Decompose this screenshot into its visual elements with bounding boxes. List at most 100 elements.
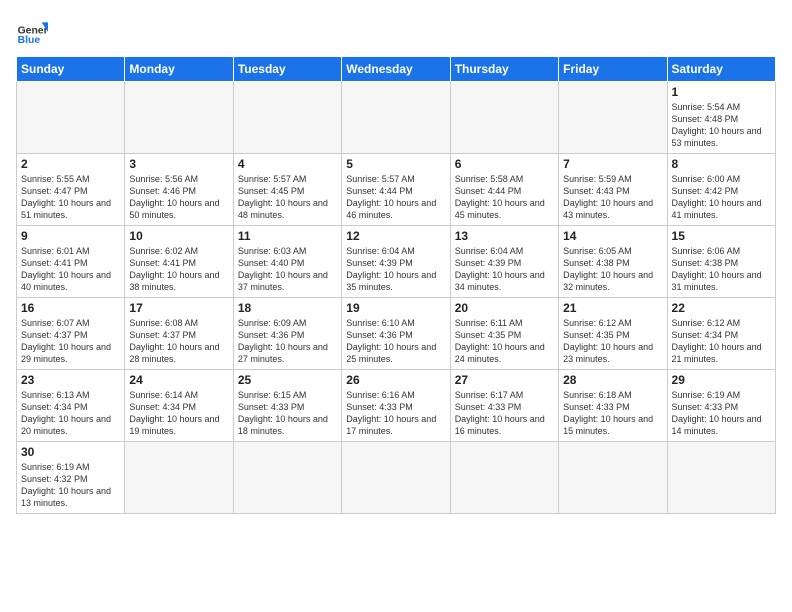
day-number: 30 (21, 445, 120, 459)
day-number: 29 (672, 373, 771, 387)
day-info: Sunrise: 6:19 AM Sunset: 4:32 PM Dayligh… (21, 461, 120, 510)
calendar-cell: 22 Sunrise: 6:12 AM Sunset: 4:34 PM Dayli… (667, 298, 775, 370)
calendar-cell: 10Sunrise: 6:02 AM Sunset: 4:41 PM Dayli… (125, 226, 233, 298)
day-info: Sunrise: 6:13 AM Sunset: 4:34 PM Dayligh… (21, 389, 120, 438)
day-info: Sunrise: 6:10 AM Sunset: 4:36 PM Dayligh… (346, 317, 445, 366)
col-header-sunday: Sunday (17, 57, 125, 82)
day-info: Sunrise: 6:05 AM Sunset: 4:38 PM Dayligh… (563, 245, 662, 294)
day-info: Sunrise: 5:54 AM Sunset: 4:48 PM Dayligh… (672, 101, 771, 150)
calendar-cell (667, 442, 775, 514)
day-number: 18 (238, 301, 337, 315)
day-number: 26 (346, 373, 445, 387)
calendar-cell: 26 Sunrise: 6:16 AM Sunset: 4:33 PM Dayli… (342, 370, 450, 442)
day-info: Sunrise: 6:07 AM Sunset: 4:37 PM Dayligh… (21, 317, 120, 366)
day-info: Sunrise: 5:55 AM Sunset: 4:47 PM Dayligh… (21, 173, 120, 222)
day-info: Sunrise: 6:03 AM Sunset: 4:40 PM Dayligh… (238, 245, 337, 294)
day-number: 12 (346, 229, 445, 243)
day-info: Sunrise: 6:16 AM Sunset: 4:33 PM Dayligh… (346, 389, 445, 438)
calendar-cell: 9 Sunrise: 6:01 AM Sunset: 4:41 PM Daylig… (17, 226, 125, 298)
calendar-cell: 21Sunrise: 6:12 AM Sunset: 4:35 PM Dayli… (559, 298, 667, 370)
calendar-cell: 25 Sunrise: 6:15 AM Sunset: 4:33 PM Dayli… (233, 370, 341, 442)
calendar-cell: 5 Sunrise: 5:57 AM Sunset: 4:44 PM Daylig… (342, 154, 450, 226)
day-number: 13 (455, 229, 554, 243)
day-info: Sunrise: 6:08 AM Sunset: 4:37 PM Dayligh… (129, 317, 228, 366)
calendar-cell (342, 82, 450, 154)
calendar-cell (17, 82, 125, 154)
day-info: Sunrise: 6:00 AM Sunset: 4:42 PM Dayligh… (672, 173, 771, 222)
calendar-cell: 18 Sunrise: 6:09 AM Sunset: 4:36 PM Dayli… (233, 298, 341, 370)
day-number: 20 (455, 301, 554, 315)
day-info: Sunrise: 6:19 AM Sunset: 4:33 PM Dayligh… (672, 389, 771, 438)
day-number: 1 (672, 85, 771, 99)
calendar-cell: 19 Sunrise: 6:10 AM Sunset: 4:36 PM Dayli… (342, 298, 450, 370)
day-number: 11 (238, 229, 337, 243)
day-number: 15 (672, 229, 771, 243)
calendar-week-row: 2Sunrise: 5:55 AM Sunset: 4:47 PM Daylig… (17, 154, 776, 226)
day-number: 5 (346, 157, 445, 171)
day-info: Sunrise: 6:09 AM Sunset: 4:36 PM Dayligh… (238, 317, 337, 366)
calendar-cell: 27Sunrise: 6:17 AM Sunset: 4:33 PM Dayli… (450, 370, 558, 442)
calendar-cell: 28 Sunrise: 6:18 AM Sunset: 4:33 PM Dayli… (559, 370, 667, 442)
day-info: Sunrise: 6:18 AM Sunset: 4:33 PM Dayligh… (563, 389, 662, 438)
day-number: 9 (21, 229, 120, 243)
day-info: Sunrise: 6:04 AM Sunset: 4:39 PM Dayligh… (346, 245, 445, 294)
calendar-page: General Blue SundayMondayTuesdayWednesda… (0, 0, 792, 612)
calendar-cell: 17 Sunrise: 6:08 AM Sunset: 4:37 PM Dayli… (125, 298, 233, 370)
calendar-cell (450, 82, 558, 154)
calendar-week-row: 1 Sunrise: 5:54 AM Sunset: 4:48 PM Daylig… (17, 82, 776, 154)
col-header-wednesday: Wednesday (342, 57, 450, 82)
day-info: Sunrise: 6:04 AM Sunset: 4:39 PM Dayligh… (455, 245, 554, 294)
header: General Blue (16, 16, 776, 48)
day-info: Sunrise: 6:14 AM Sunset: 4:34 PM Dayligh… (129, 389, 228, 438)
calendar-cell: 30 Sunrise: 6:19 AM Sunset: 4:32 PM Dayli… (17, 442, 125, 514)
col-header-tuesday: Tuesday (233, 57, 341, 82)
day-number: 22 (672, 301, 771, 315)
calendar-cell: 11 Sunrise: 6:03 AM Sunset: 4:40 PM Dayli… (233, 226, 341, 298)
day-number: 17 (129, 301, 228, 315)
day-number: 19 (346, 301, 445, 315)
calendar-cell: 2Sunrise: 5:55 AM Sunset: 4:47 PM Daylig… (17, 154, 125, 226)
day-number: 3 (129, 157, 228, 171)
day-info: Sunrise: 5:57 AM Sunset: 4:45 PM Dayligh… (238, 173, 337, 222)
day-info: Sunrise: 6:01 AM Sunset: 4:41 PM Dayligh… (21, 245, 120, 294)
calendar-cell (125, 82, 233, 154)
calendar-cell: 29 Sunrise: 6:19 AM Sunset: 4:33 PM Dayli… (667, 370, 775, 442)
day-info: Sunrise: 5:56 AM Sunset: 4:46 PM Dayligh… (129, 173, 228, 222)
calendar-week-row: 9 Sunrise: 6:01 AM Sunset: 4:41 PM Daylig… (17, 226, 776, 298)
day-info: Sunrise: 6:12 AM Sunset: 4:35 PM Dayligh… (563, 317, 662, 366)
calendar-cell: 24Sunrise: 6:14 AM Sunset: 4:34 PM Dayli… (125, 370, 233, 442)
day-number: 28 (563, 373, 662, 387)
calendar-cell (233, 82, 341, 154)
day-number: 6 (455, 157, 554, 171)
day-info: Sunrise: 5:59 AM Sunset: 4:43 PM Dayligh… (563, 173, 662, 222)
calendar-cell (559, 82, 667, 154)
calendar-cell: 23Sunrise: 6:13 AM Sunset: 4:34 PM Dayli… (17, 370, 125, 442)
day-info: Sunrise: 6:12 AM Sunset: 4:34 PM Dayligh… (672, 317, 771, 366)
day-number: 8 (672, 157, 771, 171)
day-info: Sunrise: 6:17 AM Sunset: 4:33 PM Dayligh… (455, 389, 554, 438)
calendar-cell (233, 442, 341, 514)
day-number: 25 (238, 373, 337, 387)
calendar-cell: 6Sunrise: 5:58 AM Sunset: 4:44 PM Daylig… (450, 154, 558, 226)
day-info: Sunrise: 6:02 AM Sunset: 4:41 PM Dayligh… (129, 245, 228, 294)
day-info: Sunrise: 6:15 AM Sunset: 4:33 PM Dayligh… (238, 389, 337, 438)
logo: General Blue (16, 16, 48, 48)
calendar-cell: 1 Sunrise: 5:54 AM Sunset: 4:48 PM Daylig… (667, 82, 775, 154)
calendar-cell: 8 Sunrise: 6:00 AM Sunset: 4:42 PM Daylig… (667, 154, 775, 226)
day-info: Sunrise: 5:57 AM Sunset: 4:44 PM Dayligh… (346, 173, 445, 222)
calendar-header-row: SundayMondayTuesdayWednesdayThursdayFrid… (17, 57, 776, 82)
calendar-cell: 4Sunrise: 5:57 AM Sunset: 4:45 PM Daylig… (233, 154, 341, 226)
calendar-week-row: 30 Sunrise: 6:19 AM Sunset: 4:32 PM Dayli… (17, 442, 776, 514)
calendar-cell (559, 442, 667, 514)
col-header-thursday: Thursday (450, 57, 558, 82)
col-header-saturday: Saturday (667, 57, 775, 82)
calendar-cell: 14 Sunrise: 6:05 AM Sunset: 4:38 PM Dayli… (559, 226, 667, 298)
calendar-week-row: 16Sunrise: 6:07 AM Sunset: 4:37 PM Dayli… (17, 298, 776, 370)
calendar-cell (342, 442, 450, 514)
col-header-friday: Friday (559, 57, 667, 82)
calendar-week-row: 23Sunrise: 6:13 AM Sunset: 4:34 PM Dayli… (17, 370, 776, 442)
svg-text:Blue: Blue (18, 35, 41, 46)
day-number: 14 (563, 229, 662, 243)
day-info: Sunrise: 6:11 AM Sunset: 4:35 PM Dayligh… (455, 317, 554, 366)
col-header-monday: Monday (125, 57, 233, 82)
